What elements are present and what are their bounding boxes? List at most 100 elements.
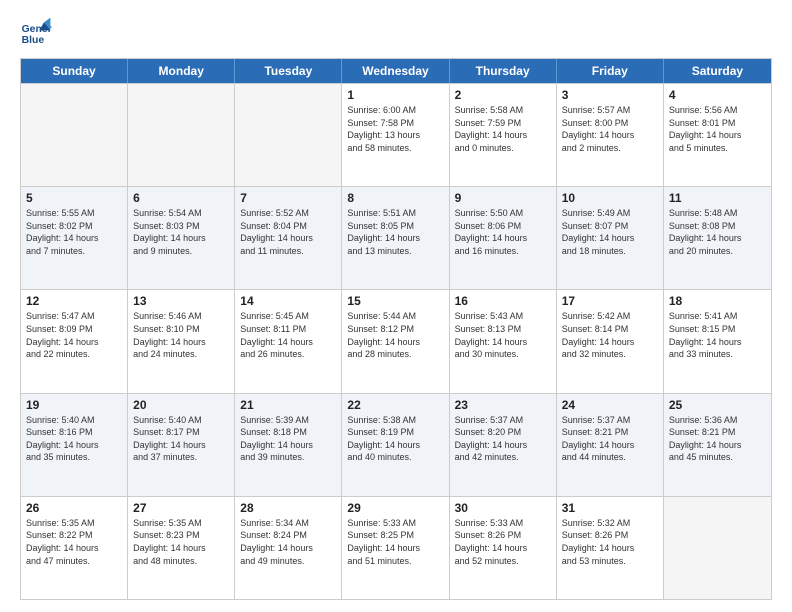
col-header-thursday: Thursday	[450, 59, 557, 83]
calendar-cell: 27Sunrise: 5:35 AM Sunset: 8:23 PM Dayli…	[128, 497, 235, 599]
calendar-cell: 17 Sunrise: 5:42 AM Sunset: 8:14 PM Dayli…	[557, 290, 664, 392]
cell-info: Sunrise: 5:34 AM Sunset: 8:24 PM Dayligh…	[240, 517, 336, 567]
cell-info: Sunrise: 5:58 AM Sunset: 7:59 PM Dayligh…	[455, 104, 551, 154]
calendar-cell: 15 Sunrise: 5:44 AM Sunset: 8:12 PM Dayli…	[342, 290, 449, 392]
day-number: 19	[26, 398, 122, 412]
calendar-cell: 29 Sunrise: 5:33 AM Sunset: 8:25 PM Dayli…	[342, 497, 449, 599]
cell-info: Sunrise: 5:43 AM Sunset: 8:13 PM Dayligh…	[455, 310, 551, 360]
day-number: 9	[455, 191, 551, 205]
calendar-row-1: 5Sunrise: 5:55 AM Sunset: 8:02 PM Daylig…	[21, 186, 771, 289]
cell-info: Sunrise: 5:46 AM Sunset: 8:10 PM Dayligh…	[133, 310, 229, 360]
calendar-cell: 23 Sunrise: 5:37 AM Sunset: 8:20 PM Dayli…	[450, 394, 557, 496]
logo-icon: General Blue	[20, 16, 52, 48]
cell-info: Sunrise: 5:33 AM Sunset: 8:26 PM Dayligh…	[455, 517, 551, 567]
cell-info: Sunrise: 5:35 AM Sunset: 8:22 PM Dayligh…	[26, 517, 122, 567]
calendar-row-3: 19 Sunrise: 5:40 AM Sunset: 8:16 PM Dayli…	[21, 393, 771, 496]
cell-info: Sunrise: 5:44 AM Sunset: 8:12 PM Dayligh…	[347, 310, 443, 360]
cell-info: Sunrise: 5:57 AM Sunset: 8:00 PM Dayligh…	[562, 104, 658, 154]
col-header-sunday: Sunday	[21, 59, 128, 83]
page-header: General Blue	[20, 16, 772, 48]
cell-info: Sunrise: 5:33 AM Sunset: 8:25 PM Dayligh…	[347, 517, 443, 567]
cell-info: Sunrise: 6:00 AM Sunset: 7:58 PM Dayligh…	[347, 104, 443, 154]
col-header-wednesday: Wednesday	[342, 59, 449, 83]
calendar-cell: 3Sunrise: 5:57 AM Sunset: 8:00 PM Daylig…	[557, 84, 664, 186]
cell-info: Sunrise: 5:41 AM Sunset: 8:15 PM Dayligh…	[669, 310, 766, 360]
cell-info: Sunrise: 5:45 AM Sunset: 8:11 PM Dayligh…	[240, 310, 336, 360]
cell-info: Sunrise: 5:37 AM Sunset: 8:20 PM Dayligh…	[455, 414, 551, 464]
day-number: 20	[133, 398, 229, 412]
day-number: 17	[562, 294, 658, 308]
calendar-cell: 1 Sunrise: 6:00 AM Sunset: 7:58 PM Daylig…	[342, 84, 449, 186]
cell-info: Sunrise: 5:40 AM Sunset: 8:17 PM Dayligh…	[133, 414, 229, 464]
calendar-row-4: 26 Sunrise: 5:35 AM Sunset: 8:22 PM Dayli…	[21, 496, 771, 599]
calendar-cell: 19 Sunrise: 5:40 AM Sunset: 8:16 PM Dayli…	[21, 394, 128, 496]
calendar-cell	[128, 84, 235, 186]
cell-info: Sunrise: 5:50 AM Sunset: 8:06 PM Dayligh…	[455, 207, 551, 257]
calendar-cell: 26 Sunrise: 5:35 AM Sunset: 8:22 PM Dayli…	[21, 497, 128, 599]
calendar-cell: 30 Sunrise: 5:33 AM Sunset: 8:26 PM Dayli…	[450, 497, 557, 599]
col-header-saturday: Saturday	[664, 59, 771, 83]
calendar-cell: 12 Sunrise: 5:47 AM Sunset: 8:09 PM Dayli…	[21, 290, 128, 392]
calendar-cell: 6 Sunrise: 5:54 AM Sunset: 8:03 PM Daylig…	[128, 187, 235, 289]
cell-info: Sunrise: 5:36 AM Sunset: 8:21 PM Dayligh…	[669, 414, 766, 464]
calendar-cell: 13 Sunrise: 5:46 AM Sunset: 8:10 PM Dayli…	[128, 290, 235, 392]
calendar-cell: 7 Sunrise: 5:52 AM Sunset: 8:04 PM Daylig…	[235, 187, 342, 289]
col-header-tuesday: Tuesday	[235, 59, 342, 83]
calendar-cell: 16 Sunrise: 5:43 AM Sunset: 8:13 PM Dayli…	[450, 290, 557, 392]
cell-info: Sunrise: 5:35 AM Sunset: 8:23 PM Dayligh…	[133, 517, 229, 567]
day-number: 10	[562, 191, 658, 205]
day-number: 8	[347, 191, 443, 205]
day-number: 25	[669, 398, 766, 412]
calendar-cell	[235, 84, 342, 186]
cell-info: Sunrise: 5:48 AM Sunset: 8:08 PM Dayligh…	[669, 207, 766, 257]
cell-info: Sunrise: 5:52 AM Sunset: 8:04 PM Dayligh…	[240, 207, 336, 257]
cell-info: Sunrise: 5:42 AM Sunset: 8:14 PM Dayligh…	[562, 310, 658, 360]
calendar-cell: 28 Sunrise: 5:34 AM Sunset: 8:24 PM Dayli…	[235, 497, 342, 599]
day-number: 7	[240, 191, 336, 205]
cell-info: Sunrise: 5:38 AM Sunset: 8:19 PM Dayligh…	[347, 414, 443, 464]
calendar-cell: 8 Sunrise: 5:51 AM Sunset: 8:05 PM Daylig…	[342, 187, 449, 289]
col-header-friday: Friday	[557, 59, 664, 83]
calendar-row-2: 12 Sunrise: 5:47 AM Sunset: 8:09 PM Dayli…	[21, 289, 771, 392]
col-header-monday: Monday	[128, 59, 235, 83]
cell-info: Sunrise: 5:37 AM Sunset: 8:21 PM Dayligh…	[562, 414, 658, 464]
cell-info: Sunrise: 5:54 AM Sunset: 8:03 PM Dayligh…	[133, 207, 229, 257]
calendar-cell: 24Sunrise: 5:37 AM Sunset: 8:21 PM Dayli…	[557, 394, 664, 496]
day-number: 31	[562, 501, 658, 515]
logo: General Blue	[20, 16, 56, 48]
calendar-cell: 25 Sunrise: 5:36 AM Sunset: 8:21 PM Dayli…	[664, 394, 771, 496]
cell-info: Sunrise: 5:40 AM Sunset: 8:16 PM Dayligh…	[26, 414, 122, 464]
cell-info: Sunrise: 5:56 AM Sunset: 8:01 PM Dayligh…	[669, 104, 766, 154]
calendar-cell: 18 Sunrise: 5:41 AM Sunset: 8:15 PM Dayli…	[664, 290, 771, 392]
cell-info: Sunrise: 5:47 AM Sunset: 8:09 PM Dayligh…	[26, 310, 122, 360]
calendar-cell: 31 Sunrise: 5:32 AM Sunset: 8:26 PM Dayli…	[557, 497, 664, 599]
calendar-row-0: 1 Sunrise: 6:00 AM Sunset: 7:58 PM Daylig…	[21, 83, 771, 186]
calendar-cell: 4 Sunrise: 5:56 AM Sunset: 8:01 PM Daylig…	[664, 84, 771, 186]
cell-info: Sunrise: 5:51 AM Sunset: 8:05 PM Dayligh…	[347, 207, 443, 257]
day-number: 26	[26, 501, 122, 515]
day-number: 23	[455, 398, 551, 412]
cell-info: Sunrise: 5:39 AM Sunset: 8:18 PM Dayligh…	[240, 414, 336, 464]
cell-info: Sunrise: 5:32 AM Sunset: 8:26 PM Dayligh…	[562, 517, 658, 567]
day-number: 15	[347, 294, 443, 308]
day-number: 29	[347, 501, 443, 515]
day-number: 4	[669, 88, 766, 102]
calendar: SundayMondayTuesdayWednesdayThursdayFrid…	[20, 58, 772, 600]
day-number: 12	[26, 294, 122, 308]
day-number: 18	[669, 294, 766, 308]
day-number: 14	[240, 294, 336, 308]
calendar-body: 1 Sunrise: 6:00 AM Sunset: 7:58 PM Daylig…	[21, 83, 771, 599]
day-number: 1	[347, 88, 443, 102]
calendar-cell	[664, 497, 771, 599]
day-number: 16	[455, 294, 551, 308]
calendar-cell: 11Sunrise: 5:48 AM Sunset: 8:08 PM Dayli…	[664, 187, 771, 289]
day-number: 13	[133, 294, 229, 308]
calendar-cell: 14 Sunrise: 5:45 AM Sunset: 8:11 PM Dayli…	[235, 290, 342, 392]
calendar-cell: 20 Sunrise: 5:40 AM Sunset: 8:17 PM Dayli…	[128, 394, 235, 496]
day-number: 2	[455, 88, 551, 102]
day-number: 30	[455, 501, 551, 515]
day-number: 6	[133, 191, 229, 205]
day-number: 28	[240, 501, 336, 515]
calendar-cell: 9 Sunrise: 5:50 AM Sunset: 8:06 PM Daylig…	[450, 187, 557, 289]
svg-text:Blue: Blue	[22, 35, 45, 46]
